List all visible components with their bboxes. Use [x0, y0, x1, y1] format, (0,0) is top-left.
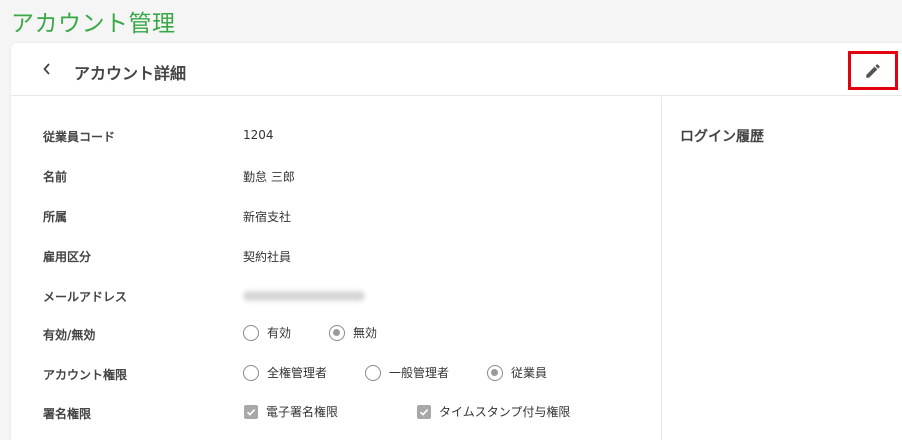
role-radio-general-admin-label: 一般管理者 — [389, 366, 450, 380]
email-value-redacted — [243, 291, 365, 301]
checkbox-checked-icon[interactable] — [417, 404, 431, 419]
timestamp-checkbox[interactable]: タイムスタンプ付与権限 — [417, 403, 570, 420]
card-header: アカウント詳細 — [11, 43, 902, 96]
email-label: メールアドレス — [43, 290, 128, 304]
active-radio-enabled[interactable]: 有効 — [243, 324, 291, 341]
chevron-left-icon — [43, 63, 50, 75]
account-detail-card: アカウント詳細 従業員コード 1204 名前 勤怠 三郎 所属 新宿支社 雇用区… — [11, 43, 902, 440]
account-role-row: アカウント権限 全権管理者 一般管理者 従業員 — [11, 363, 661, 385]
employee-code-row: 従業員コード 1204 — [11, 125, 661, 147]
role-radio-employee-label: 従業員 — [511, 366, 548, 380]
role-radio-full-admin-label: 全権管理者 — [267, 366, 328, 380]
radio-selected-icon[interactable] — [487, 364, 503, 381]
radio-icon[interactable] — [243, 324, 259, 341]
timestamp-checkbox-label: タイムスタンプ付与権限 — [439, 405, 571, 419]
active-radio-disabled[interactable]: 無効 — [329, 324, 377, 341]
role-radio-full-admin[interactable]: 全権管理者 — [243, 364, 327, 381]
name-label: 名前 — [43, 170, 68, 184]
employment-type-value: 契約社員 — [243, 250, 292, 264]
card-title: アカウント詳細 — [74, 64, 187, 83]
employment-type-row: 雇用区分 契約社員 — [11, 245, 661, 267]
affiliation-label: 所属 — [43, 210, 68, 224]
account-detail-panel: 従業員コード 1204 名前 勤怠 三郎 所属 新宿支社 雇用区分 契約社員 メ… — [11, 97, 662, 440]
name-row: 名前 勤怠 三郎 — [11, 165, 661, 187]
active-row: 有効/無効 有効 無効 — [11, 323, 661, 345]
affiliation-value: 新宿支社 — [243, 210, 292, 224]
checkbox-checked-icon[interactable] — [244, 404, 258, 419]
active-label: 有効/無効 — [43, 328, 96, 342]
employee-code-value: 1204 — [243, 128, 274, 142]
edit-button[interactable] — [848, 51, 898, 90]
login-history-panel: ログイン履歴 — [663, 97, 902, 440]
employment-type-label: 雇用区分 — [43, 250, 92, 264]
email-row: メールアドレス — [11, 285, 661, 307]
signature-role-row: 署名権限 電子署名権限 タイムスタンプ付与権限 — [11, 402, 661, 424]
radio-icon[interactable] — [365, 364, 381, 381]
radio-selected-icon[interactable] — [329, 324, 345, 341]
pencil-icon — [866, 63, 880, 78]
role-radio-employee[interactable]: 従業員 — [487, 364, 547, 381]
affiliation-row: 所属 新宿支社 — [11, 205, 661, 227]
signature-role-label: 署名権限 — [43, 407, 92, 421]
page-title: アカウント管理 — [11, 11, 176, 37]
role-radio-general-admin[interactable]: 一般管理者 — [365, 364, 449, 381]
active-radio-disabled-label: 無効 — [353, 326, 378, 340]
login-history-title: ログイン履歴 — [680, 129, 764, 145]
name-value: 勤怠 三郎 — [243, 170, 295, 184]
e-signature-checkbox-label: 電子署名権限 — [266, 405, 339, 419]
radio-icon[interactable] — [243, 364, 259, 381]
employee-code-label: 従業員コード — [43, 130, 116, 144]
account-role-label: アカウント権限 — [43, 368, 128, 382]
e-signature-checkbox[interactable]: 電子署名権限 — [244, 403, 338, 420]
back-button[interactable] — [37, 59, 57, 79]
active-radio-enabled-label: 有効 — [267, 326, 292, 340]
